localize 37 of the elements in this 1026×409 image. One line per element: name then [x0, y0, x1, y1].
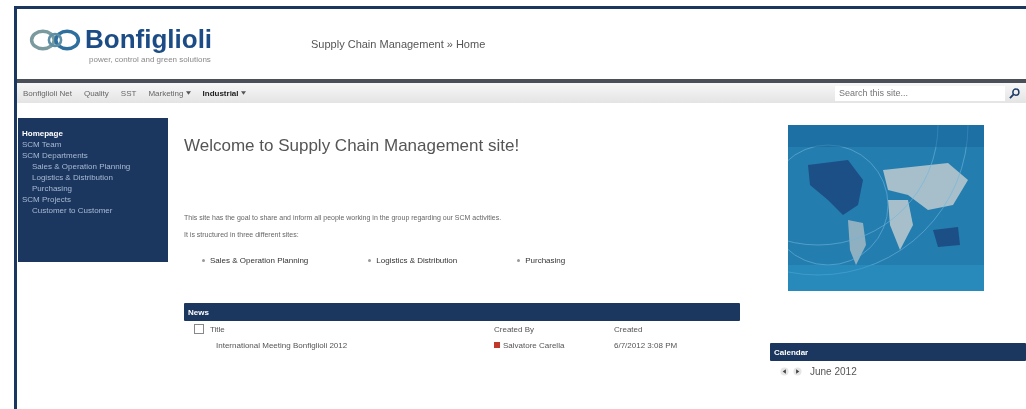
nav-tab[interactable]: SST — [120, 88, 137, 98]
tagline: power, control and green solutions — [89, 55, 212, 64]
site-link[interactable]: Purchasing — [525, 256, 566, 265]
nav-tab[interactable]: Industrial — [202, 88, 246, 98]
nav-tab[interactable]: Bonfiglioli Net — [23, 88, 72, 98]
sidebar-item[interactable]: SCM Departments — [22, 150, 164, 161]
table-cell: 6/7/2012 3:08 PM — [614, 340, 678, 350]
sidebar-item[interactable]: Sales & Operation Planning — [22, 161, 164, 172]
page-title: Welcome to Supply Chain Management site! — [184, 136, 521, 156]
logo-text: Bonfiglioli — [85, 24, 213, 55]
sidebar-item[interactable]: Logistics & Distribution — [22, 172, 164, 183]
site-link[interactable]: Logistics & Distribution — [376, 256, 458, 265]
panel-title: News — [188, 307, 209, 317]
column-header[interactable]: Created — [614, 324, 643, 334]
sidebar-item[interactable]: Purchasing — [22, 183, 164, 194]
breadcrumb[interactable]: Supply Chain Management » Home — [311, 38, 486, 50]
search-icon[interactable] — [1009, 87, 1020, 99]
sidebar-item[interactable]: Customer to Customer — [22, 205, 164, 216]
column-header[interactable]: Created By — [494, 324, 535, 334]
column-header[interactable]: Title — [210, 324, 225, 334]
news-title-link[interactable]: International Meeting Bonfiglioli 2012 — [216, 340, 348, 350]
sidebar-item[interactable]: SCM Team — [22, 139, 164, 150]
sidebar-item[interactable]: SCM Projects — [22, 194, 164, 205]
next-icon[interactable] — [793, 367, 802, 376]
search-field[interactable]: Search this site... — [835, 85, 1005, 101]
checkbox[interactable] — [194, 324, 204, 334]
table-cell: Salvatore Carella — [503, 340, 565, 350]
site-link[interactable]: Sales & Operation Planning — [210, 256, 309, 265]
nav-tab[interactable]: Quality — [83, 88, 109, 98]
sidebar-item[interactable]: Homepage — [22, 128, 164, 139]
bullet-icon — [368, 259, 372, 262]
previous-icon[interactable] — [780, 367, 789, 376]
month-label: June 2012 — [810, 366, 857, 377]
panel-title: Calendar — [774, 347, 809, 357]
bullet-icon — [517, 259, 521, 262]
bullet-icon — [202, 259, 205, 262]
nav-tab[interactable]: Marketing — [148, 88, 191, 98]
